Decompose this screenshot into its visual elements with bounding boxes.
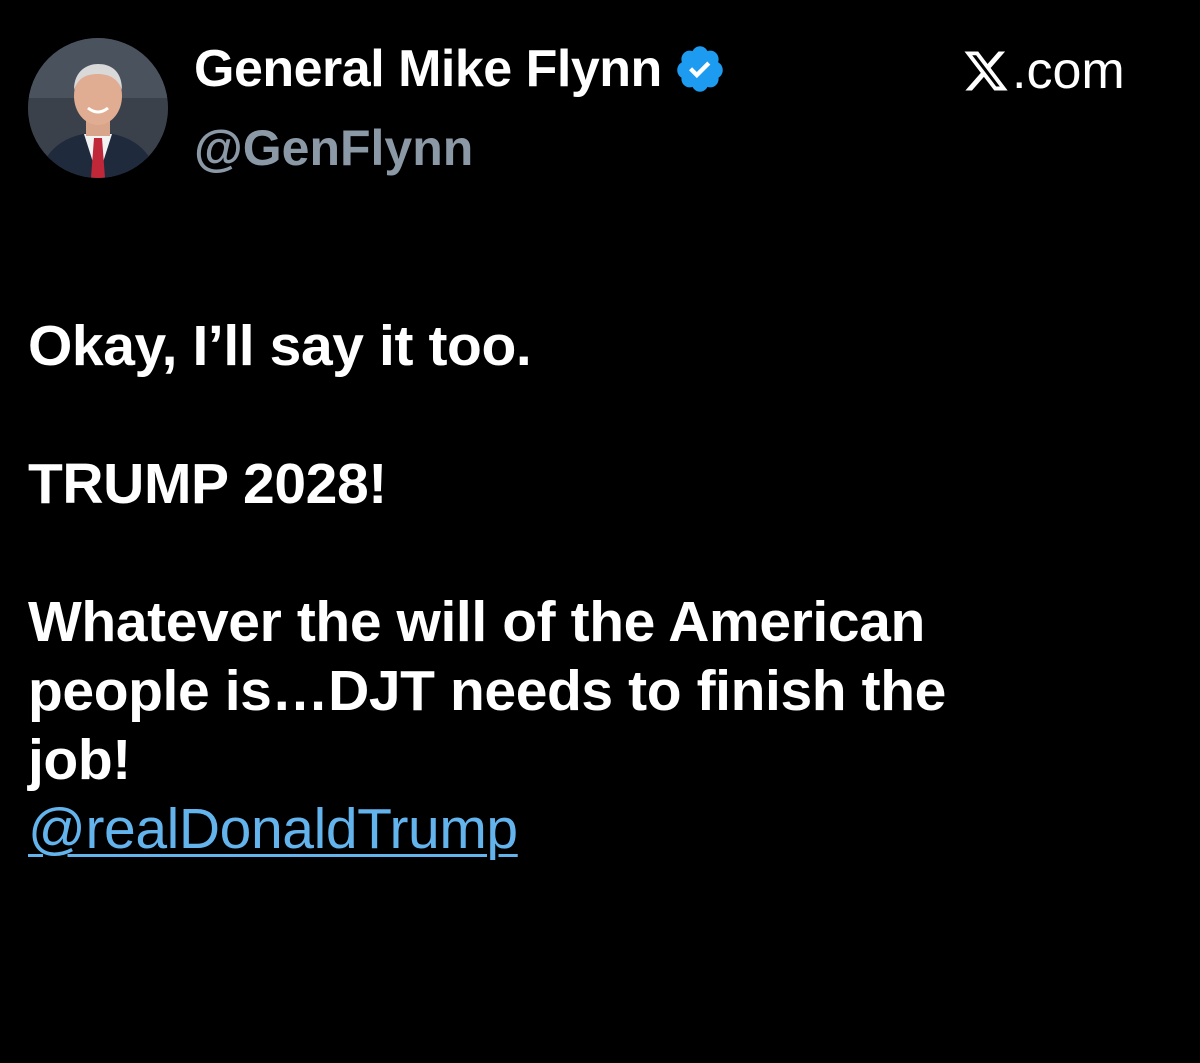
- x-logo-icon: [962, 47, 1010, 95]
- post-text: Okay, I’ll say it too. TRUMP 2028! Whate…: [28, 312, 1178, 864]
- author-avatar[interactable]: [28, 38, 168, 178]
- post-line: people is…DJT needs to finish the: [28, 659, 946, 723]
- post-line: Whatever the will of the American: [28, 590, 925, 654]
- mention-link[interactable]: @realDonaldTrump: [28, 797, 518, 861]
- verified-badge-icon: [674, 43, 726, 95]
- author-name-text[interactable]: General Mike Flynn: [194, 38, 662, 100]
- post-card: General Mike Flynn @GenFlynn .com Okay, …: [0, 0, 1200, 1063]
- author-handle[interactable]: @GenFlynn: [194, 118, 473, 178]
- post-line: TRUMP 2028!: [28, 452, 387, 516]
- source-domain: .com: [1012, 42, 1125, 100]
- post-line: Okay, I’ll say it too.: [28, 314, 532, 378]
- avatar-photo: [28, 38, 168, 178]
- post-line: job!: [28, 728, 131, 792]
- source-label: .com: [962, 40, 1125, 102]
- author-name[interactable]: General Mike Flynn: [194, 38, 726, 100]
